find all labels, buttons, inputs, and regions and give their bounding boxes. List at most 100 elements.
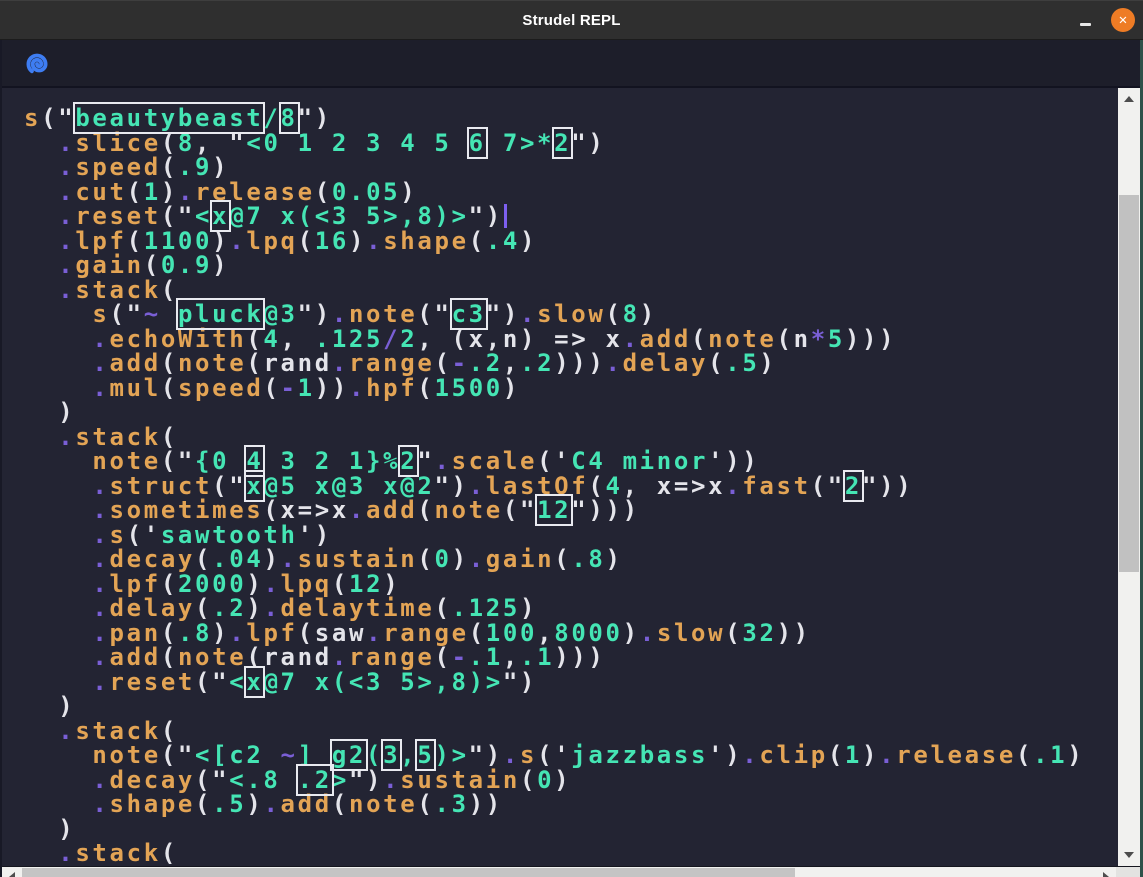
code-token[interactable]: ] (298, 741, 332, 769)
code-token[interactable]: ))) (845, 325, 896, 353)
code-line[interactable]: note("{0 4 3 2 1}%2".scale('C4 minor')) (24, 449, 1118, 474)
code-line[interactable]: .delay(.2).delaytime(.125) (24, 596, 1118, 621)
code-token[interactable]: )) (315, 374, 349, 402)
code-line[interactable]: .decay(.04).sustain(0).gain(.8) (24, 547, 1118, 572)
code-token[interactable]: . (879, 741, 896, 769)
code-line[interactable]: .echoWith(4, .125/2, (x,n) => x.add(note… (24, 327, 1118, 352)
code-line[interactable]: .stack( (24, 425, 1118, 450)
code-token[interactable]: "))) (571, 496, 639, 524)
code-token[interactable]: 1 (845, 741, 862, 769)
code-token[interactable]: ( (263, 374, 280, 402)
code-token[interactable]: ( (1016, 741, 1033, 769)
code-token[interactable]: ) (349, 227, 366, 255)
code-token[interactable]: ) (212, 251, 229, 279)
code-token[interactable]: release (896, 741, 1016, 769)
code-token[interactable]: hpf (366, 374, 417, 402)
code-token[interactable]: @7 x(<3 5>,8)> (263, 668, 502, 696)
code-token[interactable]: jazzbass (571, 741, 708, 769)
code-token[interactable]: . (469, 545, 486, 573)
code-token[interactable]: ( (332, 790, 349, 818)
code-token[interactable]: ( (417, 790, 434, 818)
code-line[interactable]: .struct("x@5 x@3 x@2").lastOf(4, x=>x.fa… (24, 474, 1118, 499)
code-token[interactable]: add (281, 790, 332, 818)
code-token[interactable]: ))) (554, 643, 605, 671)
code-token[interactable]: ) (759, 349, 776, 377)
code-token[interactable]: ") (571, 129, 605, 157)
code-token[interactable]: ) (246, 790, 263, 818)
code-token[interactable]: .8 (571, 545, 605, 573)
code-token[interactable]: stack (75, 839, 161, 866)
code-token[interactable]: - (281, 374, 298, 402)
code-line[interactable]: .cut(1).release(0.05) (24, 180, 1118, 205)
code-token[interactable]: gain (486, 545, 554, 573)
code-token[interactable]: (" (503, 496, 537, 524)
code-token[interactable]: note (349, 790, 417, 818)
code-token[interactable]: clip (759, 741, 827, 769)
code-token[interactable]: .3 (434, 790, 468, 818)
code-token[interactable]: ))) (554, 349, 605, 377)
code-line[interactable]: s("~ pluck@3").note("c3").slow(8) (24, 302, 1118, 327)
code-token[interactable]: . (640, 619, 657, 647)
code-token[interactable]: ) (862, 741, 879, 769)
code-token[interactable]: shape (383, 227, 469, 255)
code-token[interactable]: ) (554, 766, 571, 794)
code-line[interactable]: ) (24, 694, 1118, 719)
code-token[interactable]: 0 (434, 545, 451, 573)
scroll-up-button[interactable] (1118, 90, 1140, 108)
code-token[interactable]: 7>* (486, 129, 554, 157)
code-token[interactable]: 1500 (435, 374, 503, 402)
code-line[interactable]: ) (24, 400, 1118, 425)
code-token[interactable]: add (366, 496, 417, 524)
code-token[interactable]: lpq (246, 227, 297, 255)
code-token[interactable]: .5 (212, 790, 246, 818)
code-token[interactable]: 1 (298, 374, 315, 402)
code-line[interactable]: .sometimes(x=>x.add(note("12"))) (24, 498, 1118, 523)
code-token[interactable]: )) (777, 619, 811, 647)
code-line[interactable]: .stack( (24, 841, 1118, 866)
code-token[interactable]: ( (161, 374, 178, 402)
scroll-left-button[interactable] (2, 867, 22, 877)
code-token[interactable]: fast (742, 472, 810, 500)
code-token[interactable]: . (349, 496, 366, 524)
code-token[interactable]: 32 (742, 619, 776, 647)
code-token[interactable]: . (725, 472, 742, 500)
code-line[interactable]: .slice(8, "<0 1 2 3 4 5 6 7>*2") (24, 131, 1118, 156)
code-token[interactable]: ( (195, 790, 212, 818)
code-token[interactable]: .2 (520, 349, 554, 377)
scroll-right-button[interactable] (1096, 867, 1116, 877)
code-token[interactable]: . (606, 349, 623, 377)
titlebar[interactable]: Strudel REPL ✕ (0, 0, 1143, 40)
horizontal-scrollbar[interactable] (2, 866, 1140, 877)
active-event-token[interactable]: 6 (469, 129, 486, 157)
code-token[interactable]: ) (520, 227, 537, 255)
code-line[interactable]: .s('sawtooth') (24, 523, 1118, 548)
code-token[interactable]: ( (554, 545, 571, 573)
active-event-token[interactable]: 12 (537, 496, 571, 524)
code-line[interactable]: .lpf(1100).lpq(16).shape(.4) (24, 229, 1118, 254)
code-token[interactable]: ) (623, 619, 640, 647)
active-event-token[interactable]: 2 (554, 129, 571, 157)
code-line[interactable]: .lpf(2000).lpq(12) (24, 572, 1118, 597)
code-token[interactable] (24, 839, 58, 866)
code-token[interactable]: note (434, 496, 502, 524)
code-token[interactable]: ( (417, 496, 434, 524)
code-token[interactable]: 16 (315, 227, 349, 255)
code-token[interactable]: ( (520, 766, 537, 794)
code-token[interactable]: ( (417, 545, 434, 573)
code-token[interactable]: ( (298, 227, 315, 255)
code-token[interactable]: )) (469, 790, 503, 818)
code-line[interactable]: .add(note(rand.range(-.1,.1))) (24, 645, 1118, 670)
code-token[interactable]: . (263, 790, 280, 818)
code-line[interactable]: .reset("<x@7 x(<3 5>,8)>") (24, 670, 1118, 695)
code-token[interactable]: shape (110, 790, 196, 818)
code-token[interactable]: . (92, 374, 109, 402)
code-token[interactable]: .5 (725, 349, 759, 377)
code-token[interactable]: (" (811, 472, 845, 500)
code-token[interactable]: reset (110, 668, 196, 696)
scroll-down-button[interactable] (1118, 846, 1140, 864)
code-line[interactable]: .shape(.5).add(note(.3)) (24, 792, 1118, 817)
code-token[interactable]: . (366, 227, 383, 255)
active-event-token[interactable]: x (246, 668, 263, 696)
code-token[interactable]: ") (503, 668, 537, 696)
code-token[interactable]: . (92, 668, 109, 696)
